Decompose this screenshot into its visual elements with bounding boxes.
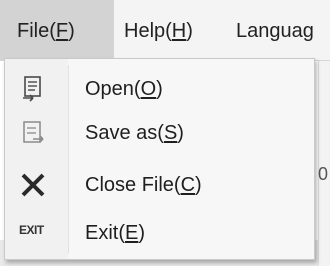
menu-file[interactable]: File(F): [0, 0, 114, 60]
menu-item-save-as[interactable]: Save as(S): [5, 111, 314, 155]
menu-item-open[interactable]: Open(O): [5, 67, 314, 111]
menu-help[interactable]: Help(H): [124, 0, 193, 60]
close-x-icon: [21, 173, 45, 197]
file-menu-dropdown: Open(O) Save as(S) Close File(C) EXIT Ex…: [4, 58, 315, 260]
exit-icon: EXIT: [19, 223, 44, 237]
save-as-icon: [23, 121, 44, 143]
background-text: 0: [318, 164, 329, 184]
menu-item-exit[interactable]: EXIT Exit(E): [5, 211, 314, 255]
menu-item-close-file[interactable]: Close File(C): [5, 163, 314, 207]
menu-language[interactable]: Languag: [236, 0, 314, 60]
menu-bar: File(F) Help(H) Languag: [0, 0, 330, 61]
open-file-icon: [23, 76, 41, 102]
